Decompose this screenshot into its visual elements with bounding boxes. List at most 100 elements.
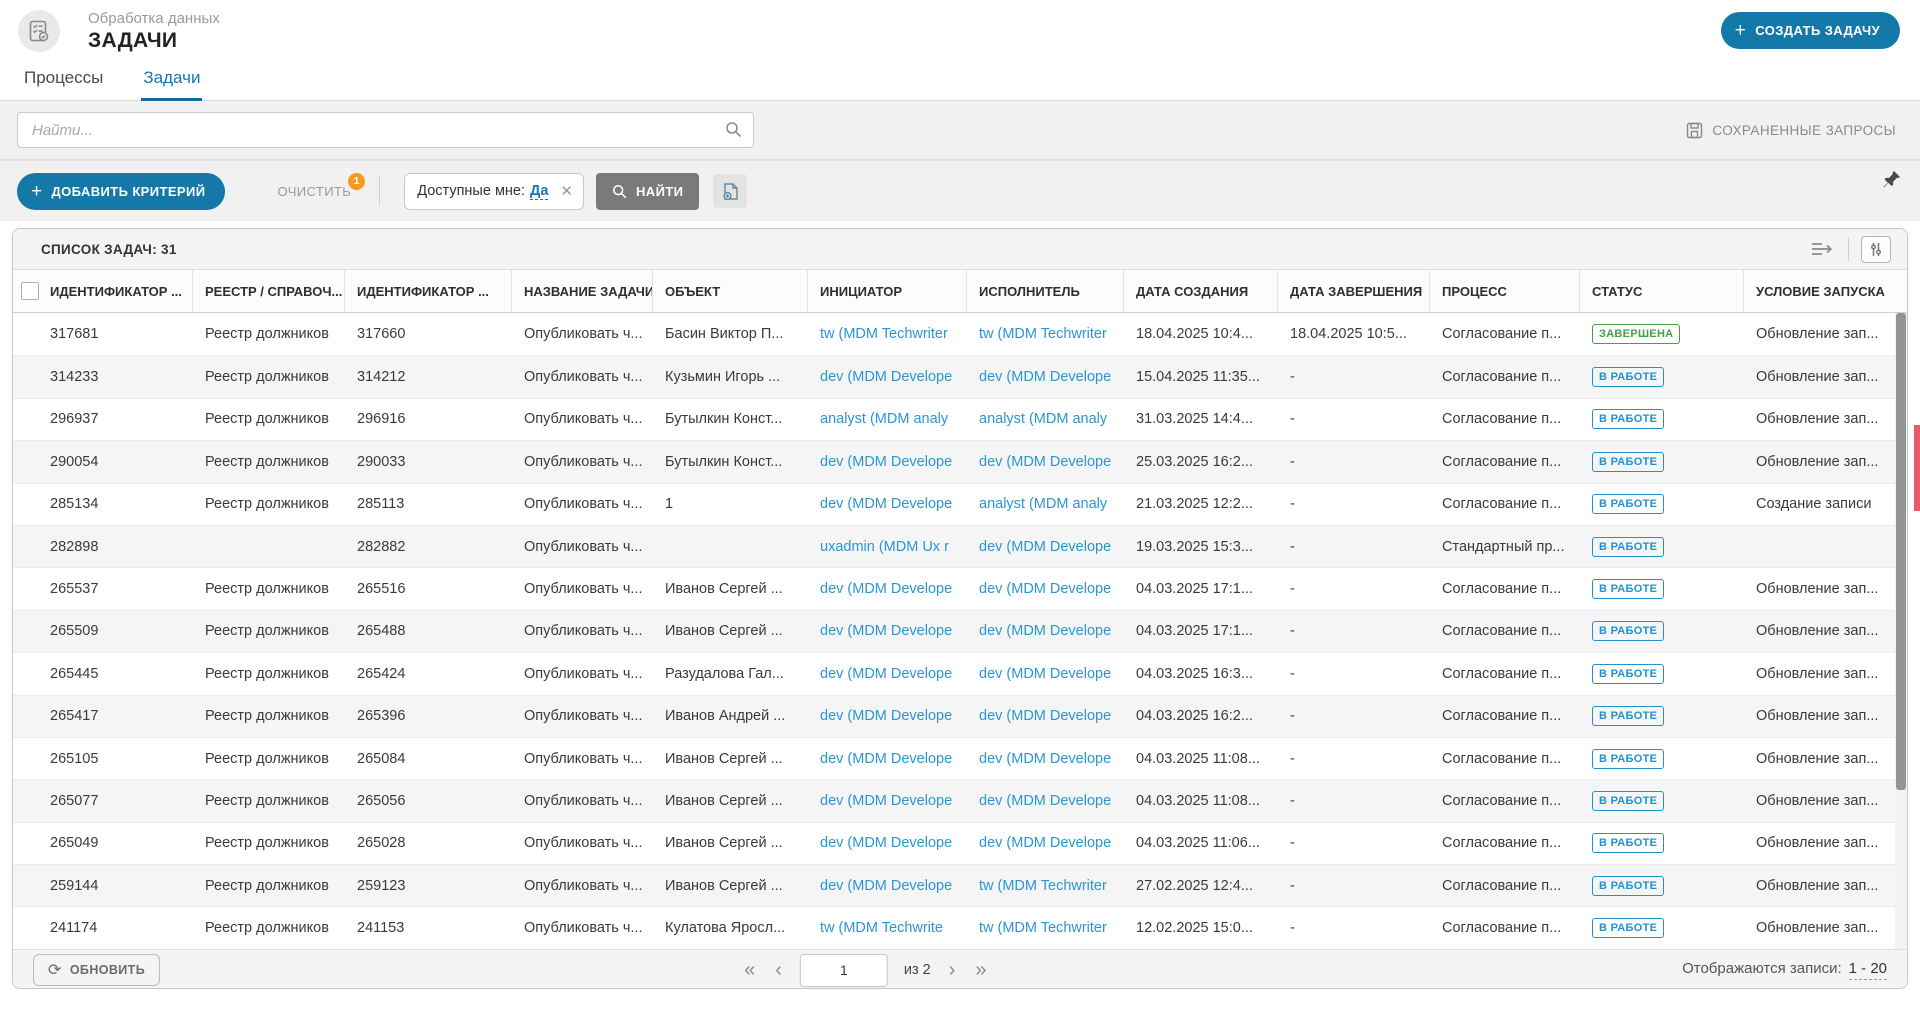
cell-initiator-link[interactable]: tw (MDM Techwriter <box>808 313 967 355</box>
cell-record-id: 265488 <box>345 611 512 652</box>
cell-object <box>653 526 808 567</box>
cell-initiator-link[interactable]: uxadmin (MDM Ux r <box>808 526 967 567</box>
cell-created-date: 04.03.2025 11:08... <box>1124 780 1278 821</box>
first-page-icon[interactable]: « <box>742 960 757 980</box>
search-input[interactable] <box>17 112 754 148</box>
cell-executor-link[interactable]: analyst (MDM analy <box>967 484 1124 525</box>
last-page-icon[interactable]: » <box>973 960 988 980</box>
cell-initiator-link[interactable]: tw (MDM Techwrite <box>808 907 967 948</box>
next-page-icon[interactable]: › <box>947 960 958 980</box>
table-row[interactable]: 265417 Реестр должников 265396 Опубликов… <box>13 695 1907 737</box>
column-header-created[interactable]: ДАТА СОЗДАНИЯ <box>1124 270 1278 312</box>
cell-registry: Реестр должников <box>193 696 345 737</box>
cell-executor-link[interactable]: dev (MDM Develope <box>967 780 1124 821</box>
cell-object: Иванов Сергей ... <box>653 865 808 906</box>
table-row[interactable]: 265049 Реестр должников 265028 Опубликов… <box>13 822 1907 864</box>
select-all-checkbox[interactable] <box>21 282 39 300</box>
filter-chip-available-to-me[interactable]: Доступные мне: Да ✕ <box>404 173 584 210</box>
cell-initiator-link[interactable]: dev (MDM Develope <box>808 484 967 525</box>
cell-initiator-link[interactable]: dev (MDM Develope <box>808 611 967 652</box>
table-row[interactable]: 265445 Реестр должников 265424 Опубликов… <box>13 652 1907 694</box>
column-header-task-name[interactable]: НАЗВАНИЕ ЗАДАЧИ <box>512 270 653 312</box>
table-row[interactable]: 290054 Реестр должников 290033 Опубликов… <box>13 440 1907 482</box>
table-row[interactable]: 314233 Реестр должников 314212 Опубликов… <box>13 355 1907 397</box>
cell-initiator-link[interactable]: analyst (MDM analy <box>808 399 967 440</box>
cell-initiator-link[interactable]: dev (MDM Develope <box>808 441 967 482</box>
remove-filter-icon[interactable]: ✕ <box>560 182 573 200</box>
cell-executor-link[interactable]: dev (MDM Develope <box>967 568 1124 609</box>
clear-filters-button[interactable]: ОЧИСТИТЬ 1 <box>277 184 351 199</box>
cell-initiator-link[interactable]: dev (MDM Develope <box>808 696 967 737</box>
table-row[interactable]: 265537 Реестр должников 265516 Опубликов… <box>13 567 1907 609</box>
cell-start-condition: Обновление зап... <box>1744 568 1895 609</box>
filter-chip-value[interactable]: Да <box>530 183 548 200</box>
table-settings-button[interactable] <box>1861 236 1891 263</box>
cell-executor-link[interactable]: dev (MDM Develope <box>967 356 1124 397</box>
table-row[interactable]: 265509 Реестр должников 265488 Опубликов… <box>13 610 1907 652</box>
previous-page-icon[interactable]: ‹ <box>773 960 784 980</box>
cell-completed-date: - <box>1278 399 1430 440</box>
save-query-button[interactable] <box>713 174 747 208</box>
cell-executor-link[interactable]: tw (MDM Techwriter <box>967 865 1124 906</box>
cell-initiator-link[interactable]: dev (MDM Develope <box>808 738 967 779</box>
cell-task-name: Опубликовать ч... <box>512 399 653 440</box>
cell-executor-link[interactable]: dev (MDM Develope <box>967 611 1124 652</box>
vertical-scrollbar[interactable] <box>1895 313 1907 949</box>
cell-executor-link[interactable]: dev (MDM Develope <box>967 696 1124 737</box>
column-header-executor[interactable]: ИСПОЛНИТЕЛЬ <box>967 270 1124 312</box>
column-header-completed[interactable]: ДАТА ЗАВЕРШЕНИЯ <box>1278 270 1430 312</box>
cell-completed-date: - <box>1278 568 1430 609</box>
cell-executor-link[interactable]: tw (MDM Techwriter <box>967 313 1124 355</box>
tab-tasks[interactable]: Задачи <box>141 62 202 101</box>
cell-process: Согласование п... <box>1430 653 1580 694</box>
cell-start-condition: Обновление зап... <box>1744 356 1895 397</box>
cell-executor-link[interactable]: tw (MDM Techwriter <box>967 907 1124 948</box>
column-header-record-id[interactable]: ИДЕНТИФИКАТОР ... <box>345 270 512 312</box>
cell-initiator-link[interactable]: dev (MDM Develope <box>808 356 967 397</box>
cell-status: В РАБОТЕ <box>1580 399 1744 440</box>
column-header-object[interactable]: ОБЪЕКТ <box>653 270 808 312</box>
page-number-input[interactable] <box>800 954 888 987</box>
scrollbar-marker <box>1914 425 1920 511</box>
cell-object: Бутылкин Конст... <box>653 441 808 482</box>
tab-processes[interactable]: Процессы <box>22 62 105 100</box>
search-icon[interactable] <box>725 121 742 138</box>
vertical-scrollbar-thumb[interactable] <box>1896 313 1906 790</box>
table-row[interactable]: 241174 Реестр должников 241153 Опубликов… <box>13 906 1907 948</box>
create-task-button[interactable]: + СОЗДАТЬ ЗАДАЧУ <box>1721 12 1900 49</box>
cell-executor-link[interactable]: dev (MDM Develope <box>967 823 1124 864</box>
cell-initiator-link[interactable]: dev (MDM Develope <box>808 568 967 609</box>
table-row[interactable]: 317681 Реестр должников 317660 Опубликов… <box>13 313 1907 355</box>
cell-executor-link[interactable]: dev (MDM Develope <box>967 441 1124 482</box>
add-criteria-button[interactable]: + ДОБАВИТЬ КРИТЕРИЙ <box>17 173 225 210</box>
table-row[interactable]: 282898 282882 Опубликовать ч... uxadmin … <box>13 525 1907 567</box>
table-row[interactable]: 259144 Реестр должников 259123 Опубликов… <box>13 864 1907 906</box>
cell-executor-link[interactable]: analyst (MDM analy <box>967 399 1124 440</box>
saved-queries-button[interactable]: СОХРАНЕННЫЕ ЗАПРОСЫ <box>1686 122 1896 139</box>
find-button[interactable]: НАЙТИ <box>596 173 699 210</box>
cell-process: Стандартный пр... <box>1430 526 1580 567</box>
cell-initiator-link[interactable]: dev (MDM Develope <box>808 780 967 821</box>
column-header-registry[interactable]: РЕЕСТР / СПРАВОЧ... <box>193 270 345 312</box>
cell-executor-link[interactable]: dev (MDM Develope <box>967 653 1124 694</box>
records-range[interactable]: 1 - 20 <box>1849 960 1887 980</box>
cell-initiator-link[interactable]: dev (MDM Develope <box>808 865 967 906</box>
table-row[interactable]: 265105 Реестр должников 265084 Опубликов… <box>13 737 1907 779</box>
column-header-status[interactable]: СТАТУС <box>1580 270 1744 312</box>
column-header-condition[interactable]: УСЛОВИЕ ЗАПУСКА <box>1744 270 1895 312</box>
table-row[interactable]: 296937 Реестр должников 296916 Опубликов… <box>13 398 1907 440</box>
table-row[interactable]: 285134 Реестр должников 285113 Опубликов… <box>13 483 1907 525</box>
cell-executor-link[interactable]: dev (MDM Develope <box>967 526 1124 567</box>
cell-executor-link[interactable]: dev (MDM Develope <box>967 738 1124 779</box>
cell-initiator-link[interactable]: dev (MDM Develope <box>808 823 967 864</box>
column-header-process[interactable]: ПРОЦЕСС <box>1430 270 1580 312</box>
refresh-button[interactable]: ⟳ ОБНОВИТЬ <box>33 954 160 986</box>
table-row[interactable]: 265077 Реестр должников 265056 Опубликов… <box>13 779 1907 821</box>
cell-initiator-link[interactable]: dev (MDM Develope <box>808 653 967 694</box>
cell-status: В РАБОТЕ <box>1580 907 1744 948</box>
cell-registry: Реестр должников <box>193 780 345 821</box>
column-header-initiator[interactable]: ИНИЦИАТОР <box>808 270 967 312</box>
pin-panel-icon[interactable] <box>1882 169 1902 189</box>
column-header-task-id[interactable]: ИДЕНТИФИКАТОР ... <box>13 270 193 312</box>
expand-table-icon[interactable] <box>1810 241 1836 257</box>
